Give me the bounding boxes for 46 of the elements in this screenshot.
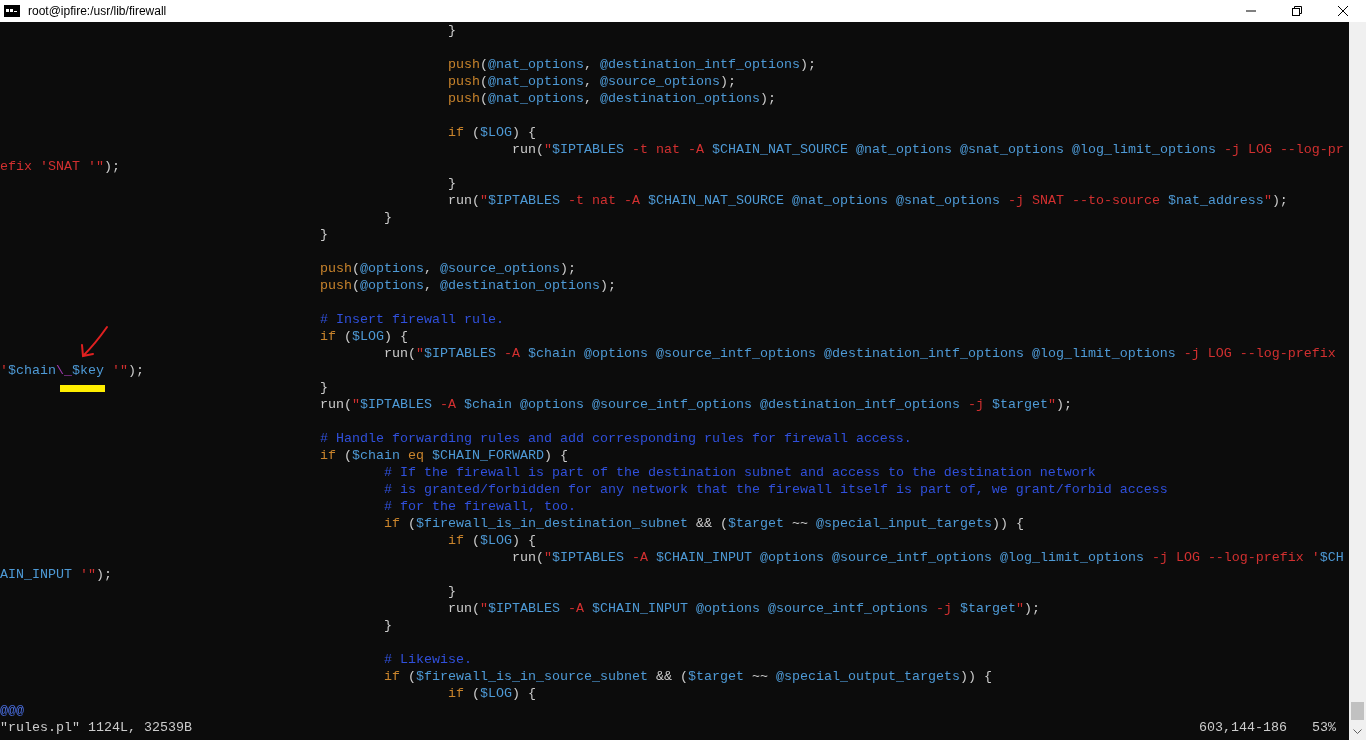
code-line: AIN_INPUT '"); bbox=[0, 567, 112, 582]
scroll-down-icon[interactable] bbox=[1353, 729, 1362, 734]
scroll-thumb[interactable] bbox=[1351, 702, 1364, 720]
code-line: # for the firewall, too. bbox=[384, 499, 576, 514]
terminal-icon bbox=[4, 5, 20, 17]
code-line: # Insert firewall rule. bbox=[320, 312, 504, 327]
code-line: if ($LOG) { bbox=[448, 686, 536, 701]
code-line: } bbox=[320, 227, 328, 242]
code-line: run("$IPTABLES -A $chain @options @source_intf_options @destination_intf_options -j $target"); bbox=[320, 397, 1072, 412]
code-line: run("$IPTABLES -t nat -A $CHAIN_NAT_SOURCE @nat_options @snat_options -j SNAT --to-source $nat_address"); bbox=[448, 193, 1288, 208]
highlight-mark bbox=[60, 385, 105, 392]
code-line: } bbox=[448, 176, 456, 191]
code-line: efix 'SNAT '"); bbox=[0, 159, 120, 174]
code-line: } bbox=[384, 618, 392, 633]
code-line: push(@nat_options, @destination_intf_options); bbox=[448, 57, 816, 72]
code-line: run("$IPTABLES -A $chain @options @source_intf_options @destination_intf_options @log_limit_options -j LOG --log-prefix bbox=[384, 346, 1336, 361]
code-line: run("$IPTABLES -t nat -A $CHAIN_NAT_SOURCE @nat_options @snat_options @log_limit_options -j LOG --log-pr bbox=[512, 142, 1344, 157]
code-line: if ($LOG) { bbox=[320, 329, 408, 344]
code-line: if ($LOG) { bbox=[448, 533, 536, 548]
code-line: } bbox=[320, 380, 328, 395]
code-line: if ($firewall_is_in_source_subnet && ($target ~~ @special_output_targets)) { bbox=[384, 669, 992, 684]
close-icon bbox=[1338, 6, 1348, 16]
scrollbar[interactable] bbox=[1349, 22, 1366, 740]
file-info: "rules.pl" 1124L, 32539B bbox=[0, 719, 192, 736]
restore-icon bbox=[1292, 6, 1302, 16]
code-line: run("$IPTABLES -A $CHAIN_INPUT @options @source_intf_options @log_limit_options -j LOG --log-prefix '$CH bbox=[512, 550, 1344, 565]
code-line: # Likewise. bbox=[384, 652, 472, 667]
code-line: '$chain\_$key '"); bbox=[0, 363, 144, 378]
code-line: run("$IPTABLES -A $CHAIN_INPUT @options @source_intf_options -j $target"); bbox=[448, 601, 1040, 616]
window-title: root@ipfire:/usr/lib/firewall bbox=[28, 3, 167, 20]
code-line: push(@options, @source_options); bbox=[320, 261, 576, 276]
code-line: # If the firewall is part of the destination subnet and access to the destination network bbox=[384, 465, 1096, 480]
scroll-percent: 53% bbox=[1312, 719, 1336, 736]
code-line: push(@options, @destination_options); bbox=[320, 278, 616, 293]
cursor-position: 603,144-186 bbox=[1199, 719, 1287, 736]
code-line: if ($LOG) { bbox=[448, 125, 536, 140]
truncation-marker: @@@ bbox=[0, 703, 24, 718]
code-line: } bbox=[384, 210, 392, 225]
code-line: # is granted/forbidden for any network that the firewall itself is part of, we grant/forbid access bbox=[384, 482, 1168, 497]
code-line: push(@nat_options, @source_options); bbox=[448, 74, 736, 89]
code-line: if ($chain eq $CHAIN_FORWARD) { bbox=[320, 448, 568, 463]
code-line: # Handle forwarding rules and add corresponding rules for firewall access. bbox=[320, 431, 912, 446]
code-line: push(@nat_options, @destination_options); bbox=[448, 91, 776, 106]
code-line: } bbox=[448, 23, 456, 38]
code-line: } bbox=[448, 584, 456, 599]
code-line: if ($firewall_is_in_destination_subnet && ($target ~~ @special_input_targets)) { bbox=[384, 516, 1024, 531]
